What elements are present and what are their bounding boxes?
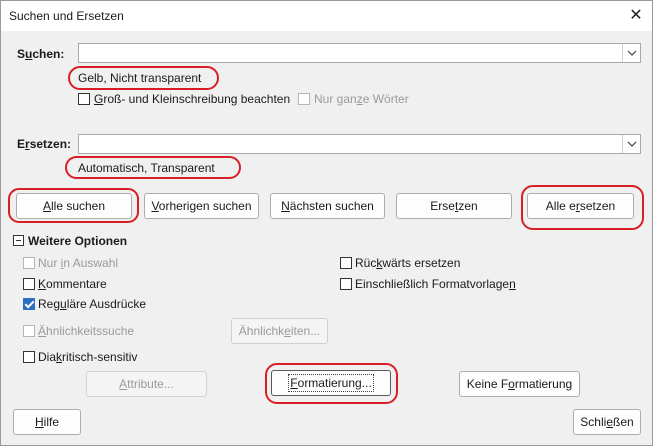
title-bar: Suchen und Ersetzen ✕ xyxy=(1,1,652,31)
search-input[interactable] xyxy=(78,43,641,63)
chevron-down-icon[interactable] xyxy=(622,44,640,62)
window-title: Suchen und Ersetzen xyxy=(9,9,124,23)
match-case-label: Groß- und Kleinschreibung beachten xyxy=(94,92,291,106)
replace-all-highlight xyxy=(521,185,644,230)
replace-label: Ersetzen: xyxy=(17,137,72,151)
in-selection-checkbox[interactable] xyxy=(23,257,35,269)
search-attributes-highlight xyxy=(68,66,219,90)
replace-button[interactable]: Ersetzen xyxy=(396,193,512,219)
close-button[interactable]: Schließen xyxy=(573,409,641,435)
find-next-button[interactable]: Nächsten suchen xyxy=(270,193,385,219)
comments-checkbox[interactable] xyxy=(23,278,35,290)
include-styles-label: Einschließlich Formatvorlagen xyxy=(355,277,516,291)
diacritics-checkbox[interactable] xyxy=(23,351,35,363)
match-case-checkbox[interactable] xyxy=(78,93,90,105)
similarity-checkbox[interactable] xyxy=(23,325,35,337)
close-icon[interactable]: ✕ xyxy=(625,5,647,27)
format-button-highlight xyxy=(265,363,398,404)
comments-label: Kommentare xyxy=(38,277,107,291)
more-options-header[interactable]: Weitere Optionen xyxy=(28,234,127,248)
find-previous-button[interactable]: Vorherigen suchen xyxy=(144,193,259,219)
find-all-highlight xyxy=(8,188,139,223)
whole-words-checkbox[interactable] xyxy=(298,93,310,105)
help-button[interactable]: Hilfe xyxy=(13,409,81,435)
replace-input[interactable] xyxy=(78,134,641,154)
attributes-button[interactable]: Attribute... xyxy=(86,371,207,397)
collapse-minus-icon[interactable] xyxy=(13,235,24,246)
search-label: Suchen: xyxy=(17,47,65,61)
chevron-down-icon[interactable] xyxy=(622,135,640,153)
include-styles-checkbox[interactable] xyxy=(340,278,352,290)
no-format-button[interactable]: Keine Formatierung xyxy=(459,371,580,397)
replace-attributes-highlight xyxy=(65,156,241,179)
regex-checkbox[interactable] xyxy=(23,298,35,310)
similarity-settings-button[interactable]: Ähnlichkeiten... xyxy=(231,318,328,344)
in-selection-label: Nur in Auswahl xyxy=(38,256,119,270)
find-replace-dialog: Suchen und Ersetzen ✕ Suchen: Gelb, Nich… xyxy=(0,0,653,446)
whole-words-label: Nur ganze Wörter xyxy=(314,92,409,106)
backwards-checkbox[interactable] xyxy=(340,257,352,269)
backwards-label: Rückwärts ersetzen xyxy=(355,256,461,270)
similarity-label: Ähnlichkeitssuche xyxy=(38,324,135,338)
regex-label: Reguläre Ausdrücke xyxy=(38,297,147,311)
diacritics-label: Diakritisch-sensitiv xyxy=(38,350,138,364)
